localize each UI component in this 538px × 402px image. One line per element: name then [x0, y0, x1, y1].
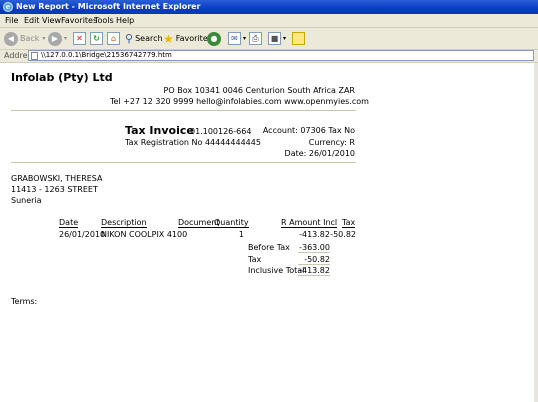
home-icon: ⌂: [107, 32, 120, 45]
company-contact: Tel +27 12 320 9999 hello@infolabies.com…: [110, 97, 369, 106]
search-icon: ⚲: [125, 32, 134, 45]
row-amount: -413.82: [299, 230, 330, 239]
back-dropdown-icon: ▾: [42, 35, 46, 42]
customer-name: GRABOWSKI, THERESA: [11, 174, 103, 183]
col-header-date: Date: [59, 218, 79, 228]
search-label: Search: [135, 34, 163, 43]
address-input[interactable]: \\127.0.0.1\Bridge\21536742779.htm: [28, 50, 534, 61]
col-header-quantity: Quantity: [214, 218, 249, 228]
back-button[interactable]: ◀ Back ▾: [4, 31, 45, 46]
account-number: Account: 07306 Tax No: [262, 126, 355, 135]
invoice-title: Tax Invoice: [125, 124, 194, 137]
tax-value: -50.82: [298, 255, 330, 265]
col-header-tax: Tax: [342, 218, 356, 228]
menu-tools[interactable]: Tools: [94, 16, 114, 25]
stop-button[interactable]: ✕: [73, 31, 86, 46]
home-button[interactable]: ⌂: [107, 31, 120, 46]
menu-edit[interactable]: Edit: [24, 16, 40, 25]
ie-logo-icon: e: [3, 2, 13, 12]
back-arrow-icon: ◀: [4, 31, 18, 46]
search-button[interactable]: ⚲ Search: [125, 31, 163, 46]
edit-dropdown-icon: ▾: [283, 35, 287, 42]
menu-view[interactable]: View: [42, 16, 61, 25]
page-icon: [31, 52, 38, 60]
messenger-button[interactable]: [292, 31, 305, 46]
window-title: New Report - Microsoft Internet Explorer: [16, 2, 201, 11]
col-header-description: Description: [101, 218, 147, 228]
back-label: Back: [20, 34, 40, 43]
print-button[interactable]: ⎙: [249, 31, 262, 46]
favorites-star-icon: ★: [163, 31, 174, 46]
mail-button[interactable]: ✉ ▾: [228, 31, 246, 46]
window-titlebar: e New Report - Microsoft Internet Explor…: [0, 0, 538, 14]
address-url: \\127.0.0.1\Bridge\21536742779.htm: [41, 51, 172, 59]
divider-top: [11, 110, 356, 111]
address-bar: Address \\127.0.0.1\Bridge\21536742779.h…: [0, 50, 538, 63]
row-date: 26/01/2010: [59, 230, 106, 239]
before-tax-value: -363.00: [298, 243, 330, 253]
inclusive-total-label: Inclusive Total: [248, 266, 305, 275]
menu-help[interactable]: Help: [116, 16, 134, 25]
print-icon: ⎙: [249, 32, 262, 45]
forward-arrow-icon: ▶: [48, 31, 62, 46]
currency: Currency: R: [308, 138, 355, 147]
toolbar: ◀ Back ▾ ▶ ▾ ✕ ↻ ⌂ ⚲ Search ★ Favorites …: [0, 28, 538, 50]
col-header-amount: R Amount Incl: [281, 218, 338, 228]
refresh-button[interactable]: ↻: [90, 31, 103, 46]
messenger-icon: [292, 32, 305, 45]
menu-bar: File Edit View Favorites Tools Help: [0, 14, 538, 28]
forward-dropdown-icon: ▾: [64, 35, 68, 42]
menu-favorites[interactable]: Favorites: [61, 16, 97, 25]
customer-street: 11413 - 1263 STREET: [11, 185, 98, 194]
row-tax: -50.82: [330, 230, 356, 239]
customer-suburb: Suneria: [11, 196, 42, 205]
media-icon: ●: [207, 31, 221, 46]
divider-middle: [11, 162, 356, 163]
terms-label: Terms:: [11, 297, 38, 306]
inclusive-total-value: -413.82: [298, 266, 330, 276]
edit-button[interactable]: ■ ▾: [268, 31, 286, 46]
invoice-date: Date: 26/01/2010: [284, 149, 355, 158]
mail-dropdown-icon: ▾: [243, 35, 247, 42]
mail-icon: ✉: [228, 32, 241, 45]
row-description: NIKON COOLPIX 4100: [101, 230, 188, 239]
vertical-scrollbar[interactable]: [534, 63, 538, 402]
row-quantity: 1: [238, 230, 244, 239]
forward-button[interactable]: ▶ ▾: [48, 31, 67, 46]
favorites-button[interactable]: ★ Favorites: [163, 31, 212, 46]
media-button[interactable]: ●: [207, 31, 221, 46]
menu-file[interactable]: File: [5, 16, 18, 25]
tax-label: Tax: [248, 255, 262, 264]
page-content: Infolab (Pty) Ltd PO Box 10341 0046 Cent…: [0, 63, 534, 402]
before-tax-label: Before Tax: [248, 243, 290, 252]
company-name: Infolab (Pty) Ltd: [11, 71, 113, 84]
stop-icon: ✕: [73, 32, 86, 45]
refresh-icon: ↻: [90, 32, 103, 45]
edit-icon: ■: [268, 32, 281, 45]
company-address: PO Box 10341 0046 Centurion South Africa…: [163, 86, 355, 95]
